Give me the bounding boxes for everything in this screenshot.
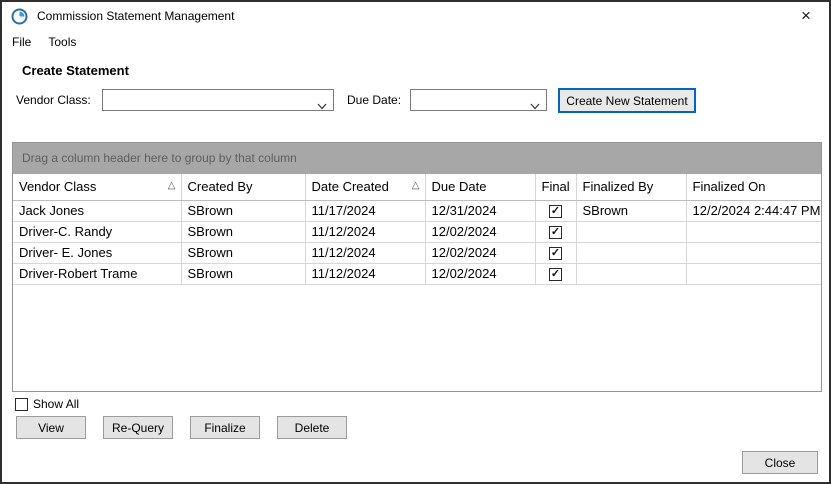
- chevron-down-icon: [317, 97, 327, 104]
- app-icon: [11, 8, 28, 25]
- menu-tools[interactable]: Tools: [48, 35, 76, 49]
- final-cell: ✓: [535, 263, 576, 284]
- cell: 12/02/2024: [425, 242, 535, 263]
- create-statement-heading: Create Statement: [22, 63, 129, 78]
- cell: 12/31/2024: [425, 200, 535, 221]
- close-icon[interactable]: ×: [795, 5, 817, 27]
- final-cell: ✓: [535, 200, 576, 221]
- final-checkbox[interactable]: ✓: [549, 268, 562, 281]
- statements-grid: Drag a column header here to group by th…: [12, 142, 822, 392]
- create-new-statement-button[interactable]: Create New Statement: [558, 88, 696, 113]
- view-button[interactable]: View: [16, 416, 86, 439]
- sort-ascending-icon: △: [168, 180, 176, 191]
- titlebar: Commission Statement Management ×: [2, 2, 829, 30]
- cell: 12/2/2024 2:44:47 PM: [686, 200, 821, 221]
- cell: Driver- E. Jones: [13, 242, 181, 263]
- due-date-combobox[interactable]: [410, 89, 547, 111]
- cell: SBrown: [181, 200, 305, 221]
- cell: 11/12/2024: [305, 242, 425, 263]
- group-by-band: Drag a column header here to group by th…: [13, 143, 821, 174]
- show-all-checkbox[interactable]: [15, 398, 28, 411]
- table-row[interactable]: Jack JonesSBrown11/17/202412/31/2024✓SBr…: [13, 200, 821, 221]
- final-checkbox[interactable]: ✓: [549, 226, 562, 239]
- column-header-final[interactable]: Final: [535, 174, 576, 200]
- table-row[interactable]: Driver- E. JonesSBrown11/12/202412/02/20…: [13, 242, 821, 263]
- table-row[interactable]: Driver-C. RandySBrown11/12/202412/02/202…: [13, 221, 821, 242]
- cell: [576, 263, 686, 284]
- final-checkbox[interactable]: ✓: [549, 205, 562, 218]
- cell: SBrown: [181, 242, 305, 263]
- column-header-label: Due Date: [432, 179, 487, 194]
- show-all-option[interactable]: Show All: [15, 397, 79, 411]
- action-buttons: View Re-Query Finalize Delete: [16, 416, 347, 439]
- cell: [686, 263, 821, 284]
- cell: [576, 242, 686, 263]
- final-cell: ✓: [535, 242, 576, 263]
- column-header-finalized-on[interactable]: Finalized On: [686, 174, 821, 200]
- final-checkbox[interactable]: ✓: [549, 247, 562, 260]
- column-header-label: Vendor Class: [19, 179, 96, 194]
- cell: Driver-Robert Trame: [13, 263, 181, 284]
- cell: SBrown: [181, 221, 305, 242]
- cell: SBrown: [576, 200, 686, 221]
- column-header-label: Created By: [188, 179, 253, 194]
- cell: 12/02/2024: [425, 221, 535, 242]
- cell: [686, 242, 821, 263]
- cell: 11/17/2024: [305, 200, 425, 221]
- column-header-label: Finalized On: [693, 179, 766, 194]
- column-header-date-created[interactable]: Date Created △: [305, 174, 425, 200]
- menu-file[interactable]: File: [12, 35, 31, 49]
- close-button[interactable]: Close: [742, 451, 818, 474]
- table-row[interactable]: Driver-Robert TrameSBrown11/12/202412/02…: [13, 263, 821, 284]
- finalize-button[interactable]: Finalize: [190, 416, 260, 439]
- delete-button[interactable]: Delete: [277, 416, 347, 439]
- commission-statement-window: Commission Statement Management × File T…: [0, 0, 831, 484]
- cell: 11/12/2024: [305, 221, 425, 242]
- column-header-created-by[interactable]: Created By: [181, 174, 305, 200]
- cell: SBrown: [181, 263, 305, 284]
- vendor-class-combobox[interactable]: [102, 89, 334, 111]
- create-statement-form: Vendor Class: Due Date: Create New State…: [2, 88, 829, 114]
- grid-body: Jack JonesSBrown11/17/202412/31/2024✓SBr…: [13, 200, 821, 284]
- window-title: Commission Statement Management: [37, 9, 234, 23]
- grid-header-row: Vendor Class △ Created By Date Created △ Due …: [13, 174, 821, 200]
- statements-table: Vendor Class △ Created By Date Created △ Due …: [13, 174, 821, 285]
- chevron-down-icon: [530, 97, 540, 104]
- menubar: File Tools: [2, 30, 829, 53]
- cell: 12/02/2024: [425, 263, 535, 284]
- cell: Driver-C. Randy: [13, 221, 181, 242]
- cell: 11/12/2024: [305, 263, 425, 284]
- final-cell: ✓: [535, 221, 576, 242]
- requery-button[interactable]: Re-Query: [103, 416, 173, 439]
- cell: Jack Jones: [13, 200, 181, 221]
- column-header-due-date[interactable]: Due Date: [425, 174, 535, 200]
- cell: [576, 221, 686, 242]
- cell: [686, 221, 821, 242]
- show-all-label: Show All: [33, 397, 79, 411]
- sort-ascending-icon: △: [412, 180, 420, 191]
- column-header-label: Date Created: [312, 179, 389, 194]
- column-header-vendor-class[interactable]: Vendor Class △: [13, 174, 181, 200]
- vendor-class-label: Vendor Class:: [16, 93, 91, 107]
- column-header-label: Final: [542, 179, 570, 194]
- due-date-label: Due Date:: [347, 93, 401, 107]
- column-header-finalized-by[interactable]: Finalized By: [576, 174, 686, 200]
- column-header-label: Finalized By: [583, 179, 654, 194]
